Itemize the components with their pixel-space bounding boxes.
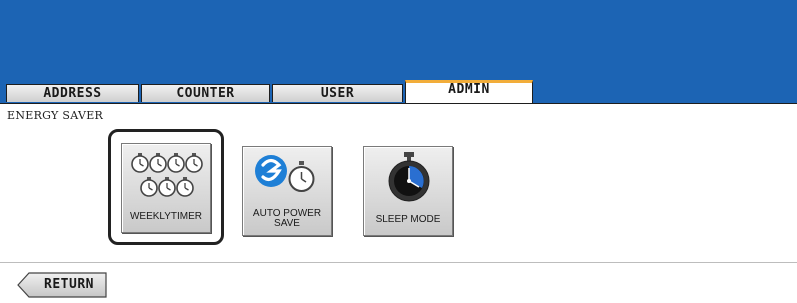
weekly-timer-button[interactable]: WEEKLYTIMER <box>121 143 211 233</box>
sleep-mode-clock-icon <box>388 152 430 202</box>
weekly-timer-label: WEEKLYTIMER <box>129 211 203 222</box>
auto-power-save-label-line2: SAVE <box>274 218 300 229</box>
auto-power-save-icon <box>255 155 315 192</box>
tab-user[interactable]: USER <box>272 84 403 102</box>
section-title: ENERGY SAVER <box>7 109 104 122</box>
header-band <box>0 0 797 81</box>
return-label: RETURN <box>44 277 94 292</box>
return-button[interactable]: RETURN <box>17 272 107 298</box>
stopwatch-grid-icon <box>131 152 203 197</box>
tab-admin[interactable]: ADMIN <box>405 80 533 104</box>
sleep-mode-button[interactable]: SLEEP MODE <box>363 146 453 236</box>
tab-counter[interactable]: COUNTER <box>141 84 270 102</box>
tab-baseline <box>0 103 797 104</box>
tab-address[interactable]: ADDRESS <box>6 84 139 102</box>
auto-power-save-button[interactable]: AUTO POWER SAVE <box>242 146 332 236</box>
auto-power-save-label: AUTO POWER SAVE <box>243 209 331 229</box>
sleep-mode-label: SLEEP MODE <box>375 214 441 225</box>
footer-divider <box>0 262 797 263</box>
